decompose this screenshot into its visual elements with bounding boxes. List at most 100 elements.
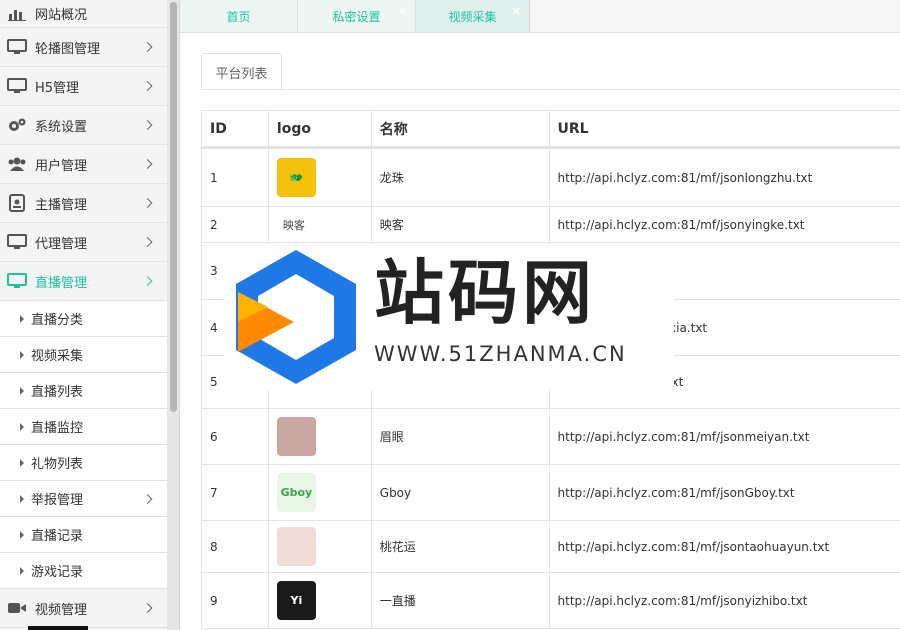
table-row[interactable]: 2 映客 映客 http://api.hclyz.com:81/mf/jsonying… bbox=[202, 207, 900, 243]
sidebar-subitem-label: 直播列表 bbox=[31, 385, 84, 400]
cell-logo: 🐲 bbox=[269, 149, 372, 206]
cell-name: Gboy bbox=[372, 465, 550, 520]
sidebar-subitem-label: 视频采集 bbox=[31, 349, 84, 364]
sidebar-item[interactable]: 直播管理 bbox=[0, 262, 167, 301]
sidebar-item[interactable]: H5管理 bbox=[0, 67, 167, 106]
sidebar-subitem-label: 直播分类 bbox=[31, 313, 84, 328]
watermark-title: 站码网 bbox=[374, 252, 596, 334]
sidebar-item[interactable]: 代理管理 bbox=[0, 223, 167, 262]
cell-logo: Yi bbox=[269, 573, 372, 628]
tab-home[interactable]: 首页 bbox=[180, 0, 298, 32]
sidebar: 网站概况 轮播图管理 H5管理系统设置 用户管理主播管理代理管理直播管理 直播分类视… bbox=[0, 0, 167, 630]
bottom-bar bbox=[28, 626, 88, 630]
sidebar-item-label: 网站概况 bbox=[35, 8, 88, 23]
cell-name: 一直播 bbox=[372, 573, 550, 628]
watermark-text: 站码网 WWW.51ZHANMA.CN bbox=[374, 258, 627, 366]
platform-logo: Yi bbox=[276, 581, 316, 620]
chevron-right-icon bbox=[142, 237, 153, 247]
cell-url: http://api.hclyz.com:81/mf/jsonmeiyan.tx… bbox=[557, 429, 810, 444]
cell-id: 7 bbox=[202, 465, 269, 520]
caret-right-icon bbox=[20, 314, 24, 323]
table-row[interactable]: 7 Gboy Gboy http://api.hclyz.com:81/mf/json… bbox=[202, 465, 900, 521]
sidebar-subitem[interactable]: 直播记录 bbox=[0, 517, 167, 553]
table-row[interactable]: 1 🐲 龙珠 http://api.hclyz.com:81/mf/jsonlongz… bbox=[202, 149, 900, 207]
sidebar-subitem-label: 举报管理 bbox=[31, 493, 84, 508]
sidebar-item[interactable]: 系统设置 bbox=[0, 106, 167, 145]
caret-right-icon bbox=[20, 386, 24, 395]
sidebar-item-label: 代理管理 bbox=[35, 236, 88, 252]
platform-logo: Gboy bbox=[276, 473, 316, 512]
cell-id: 6 bbox=[202, 409, 269, 464]
admin-app: 网站概况 轮播图管理 H5管理 系统设置 用户管理 主播管理 代理管理 直播管理 直播分类视… bbox=[0, 0, 900, 630]
divider bbox=[201, 89, 900, 90]
sidebar-item-label: 轮播图管理 bbox=[35, 41, 101, 57]
table-header-row: ID logo 名称 URL bbox=[202, 111, 900, 149]
sidebar-item[interactable]: 主播管理 bbox=[0, 184, 167, 223]
chevron-right-icon bbox=[142, 198, 153, 208]
sidebar-item-label: 主播管理 bbox=[35, 197, 88, 213]
monitor-icon bbox=[6, 272, 28, 290]
caret-right-icon bbox=[20, 458, 24, 467]
chevron-right-icon bbox=[142, 603, 153, 613]
sidebar-item[interactable]: 用户管理 bbox=[0, 145, 167, 184]
bar-chart-icon bbox=[6, 5, 28, 23]
cell-url: http://api.hclyz.com:81/mf/jsonGboy.txt bbox=[557, 485, 795, 500]
sidebar-item-label: 直播管理 bbox=[35, 275, 88, 291]
subtab-label: 平台列表 bbox=[215, 66, 268, 82]
sidebar-item-label: H5管理 bbox=[35, 80, 80, 96]
caret-right-icon bbox=[20, 566, 24, 575]
cell-url: http://api.hclyz.com:81/mf/jsonyizhibo.t… bbox=[557, 593, 808, 608]
sidebar-scrollbar[interactable] bbox=[167, 0, 180, 630]
platform-logo: 映客 bbox=[276, 212, 311, 237]
sidebar-subitem[interactable]: 直播监控 bbox=[0, 409, 167, 445]
sidebar-subitem[interactable]: 举报管理 bbox=[0, 481, 167, 517]
cell-logo bbox=[269, 521, 372, 572]
sidebar-subitem-label: 直播记录 bbox=[31, 529, 84, 544]
watermark-url: WWW.51ZHANMA.CN bbox=[374, 342, 627, 366]
cell-name: 眉眼 bbox=[372, 409, 550, 464]
gears-icon bbox=[6, 116, 28, 134]
sidebar-item[interactable]: 轮播图管理 bbox=[0, 28, 167, 67]
sidebar-item-label: 视频管理 bbox=[35, 602, 88, 618]
scrollbar-thumb[interactable] bbox=[170, 2, 177, 412]
monitor-icon bbox=[6, 38, 28, 56]
sidebar-item-video[interactable]: 视频管理 bbox=[0, 589, 167, 628]
cell-url: http://api.hclyz.com:81/mf/jsonlongzhu.t… bbox=[557, 170, 813, 185]
table-row[interactable]: 8 桃花运 http://api.hclyz.com:81/mf/jsontaohu… bbox=[202, 521, 900, 573]
cell-url: http://api.hclyz.com:81/mf/jsonyingke.tx… bbox=[557, 217, 805, 232]
tab-bar: 首页 私密设置 ✕ 视频采集 ✕ bbox=[180, 0, 900, 33]
sidebar-subitem[interactable]: 视频采集 bbox=[0, 337, 167, 373]
chevron-right-icon bbox=[142, 159, 153, 169]
sidebar-subitem[interactable]: 游戏记录 bbox=[0, 553, 167, 589]
column-header-url: URL bbox=[557, 120, 589, 137]
caret-right-icon bbox=[20, 422, 24, 431]
cell-name: 龙珠 bbox=[372, 149, 550, 206]
column-header-logo: logo bbox=[269, 111, 372, 146]
tab-video-collection[interactable]: 视频采集 ✕ bbox=[416, 0, 530, 32]
tab-label: 视频采集 bbox=[448, 9, 497, 24]
tab-platform-list[interactable]: 平台列表 bbox=[201, 53, 282, 90]
video-camera-icon bbox=[6, 599, 28, 617]
cell-name: 映客 bbox=[372, 207, 550, 242]
table-row[interactable]: 9 Yi 一直播 http://api.hclyz.com:81/mf/jsonyiz… bbox=[202, 573, 900, 629]
cell-name: 桃花运 bbox=[372, 521, 550, 572]
caret-right-icon bbox=[20, 494, 24, 503]
watermark: 站码网 WWW.51ZHANMA.CN bbox=[224, 244, 674, 390]
chevron-right-icon bbox=[142, 42, 153, 52]
chevron-right-icon bbox=[142, 493, 153, 504]
close-icon[interactable]: ✕ bbox=[398, 6, 407, 17]
cell-logo bbox=[269, 409, 372, 464]
sidebar-subitem[interactable]: 直播分类 bbox=[0, 301, 167, 337]
sidebar-subitem[interactable]: 礼物列表 bbox=[0, 445, 167, 481]
sidebar-subitem-label: 直播监控 bbox=[31, 421, 84, 436]
sidebar-item-overview[interactable]: 网站概况 bbox=[0, 0, 167, 28]
platform-logo bbox=[276, 527, 316, 566]
tab-privacy-settings[interactable]: 私密设置 ✕ bbox=[298, 0, 416, 32]
sidebar-subitem[interactable]: 直播列表 bbox=[0, 373, 167, 409]
table-row[interactable]: 6 眉眼 http://api.hclyz.com:81/mf/jsonmeiyan… bbox=[202, 409, 900, 465]
tab-label: 私密设置 bbox=[332, 9, 381, 24]
platform-logo bbox=[276, 417, 316, 456]
cell-id: 2 bbox=[202, 207, 269, 242]
column-header-name: 名称 bbox=[372, 111, 550, 146]
close-icon[interactable]: ✕ bbox=[512, 6, 521, 17]
